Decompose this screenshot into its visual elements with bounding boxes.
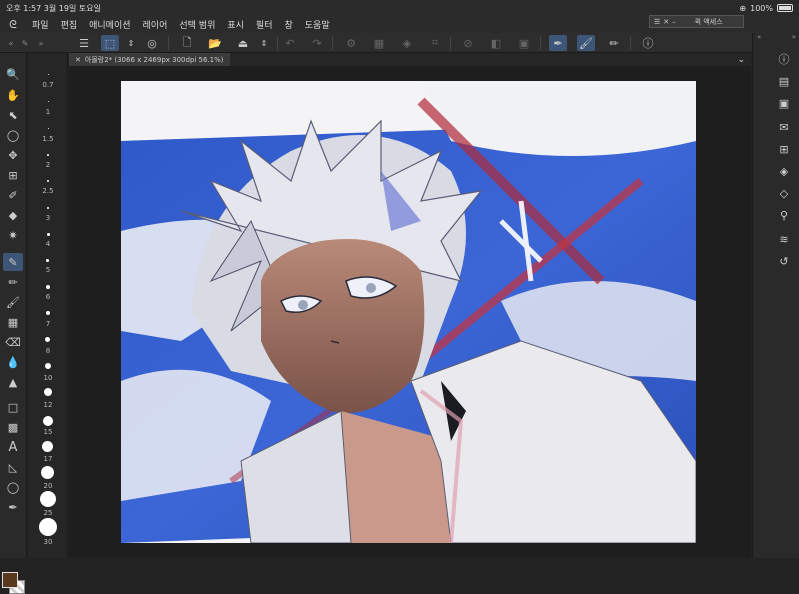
battery-percent: 100% [750,3,773,13]
rectangle-icon[interactable]: □ [3,398,23,416]
search-icon[interactable]: ⚲ [775,207,793,223]
right-panel: « » ⓘ ▤ ▣ ✉ ⊞ ◈ ◇ ⚲ ≋ ↺ [752,33,799,558]
magic-wand-icon[interactable]: ✷ [3,226,23,244]
operation-icon[interactable]: ⬉ [3,106,23,124]
help-icon[interactable]: ⓘ [639,35,657,51]
blend-icon[interactable]: 💧 [3,353,23,371]
frame-icon[interactable]: ⊞ [3,166,23,184]
pen-tool-icon[interactable]: ✎ [3,253,23,271]
menu-filter[interactable]: 필터 [250,18,279,31]
move-icon[interactable]: ✥ [3,146,23,164]
layers-icon[interactable]: ≋ [775,231,793,247]
square-icon[interactable]: ▣ [515,35,533,51]
menu-window[interactable]: 창 [278,18,298,31]
menu-selection[interactable]: 선택 범위 [173,18,221,31]
fill-tool-icon[interactable]: ▲ [3,373,23,391]
balloon-icon[interactable]: ◯ [3,478,23,496]
history-icon[interactable]: ↺ [775,253,793,269]
pen-pressure-icon[interactable]: ✒ [549,35,567,51]
menu-layer[interactable]: 레이어 [137,18,174,31]
brush-icon[interactable]: 🖌 [3,293,23,311]
line-icon[interactable]: ✒ [3,498,23,516]
fill-bucket-icon[interactable]: ◆ [3,206,23,224]
menu-view[interactable]: 표시 [221,18,250,31]
crop-icon[interactable]: ⌗ [426,35,444,51]
gear-icon[interactable]: ⚙ [342,35,360,51]
menu-animation[interactable]: 애니메이션 [83,18,136,31]
document-title: 아몰랑2* (3066 x 2469px 300dpi 56.1%) [84,55,224,64]
new-document-icon[interactable]: 🗋 [178,35,196,51]
transform-icon[interactable]: ⬚ [101,35,119,51]
collapse-icon[interactable]: « [757,33,761,43]
airbrush-icon[interactable]: ▦ [3,313,23,331]
collapse-icon[interactable]: » [32,35,50,51]
pencil-icon[interactable]: ✏ [3,273,23,291]
app-logo-icon[interactable]: ᘓ [0,18,26,32]
command-bar: « ✎ » ☰ ⬚ ⇕ ◎ 🗋 📂 ⏏ ⇕ ↶ ↷ ⚙ ▦ ◈ ⌗ ⊘ ◧ ▣ … [0,33,799,53]
save-icon[interactable]: ⏏ [234,35,252,51]
stepper2-icon[interactable]: ⇕ [255,35,273,51]
undo-icon[interactable]: ↶ [281,35,299,51]
eyedropper-icon[interactable]: ✐ [3,186,23,204]
eraser-icon[interactable]: ⌫ [3,333,23,351]
gradient-icon[interactable]: ▩ [3,418,23,436]
menu-edit[interactable]: 편집 [55,18,84,31]
tool-panel: 🔍 ✋ ⬉ ◯ ✥ ⊞ ✐ ◆ ✷ ✎ ✏ 🖌 ▦ ⌫ 💧 ▲ □ ▩ A ◺ … [0,53,27,594]
zoom-icon[interactable]: 🔍 [3,65,23,83]
pen-icon[interactable]: ✏ [605,35,623,51]
ruler-icon[interactable]: ◺ [3,458,23,476]
navigator-icon[interactable]: ▤ [775,73,793,89]
close-tab-icon[interactable]: ✕ [75,56,81,64]
artwork-illustration [121,81,696,543]
mask-icon[interactable]: ◧ [487,35,505,51]
animation-icon[interactable]: ◇ [775,185,793,201]
menu-help[interactable]: 도움말 [299,18,336,31]
status-bar: 오후 1:57 3월 19일 토요일 ⊕ 100% [0,0,799,16]
document-tab[interactable]: ✕ 아몰랑2* (3066 x 2469px 300dpi 56.1%) [69,53,230,66]
info-icon[interactable]: ⓘ [775,51,793,67]
grid-icon[interactable]: ▦ [370,35,388,51]
lasso-icon[interactable]: ◯ [3,126,23,144]
orientation-lock-icon: ⊕ [739,3,747,13]
brush-pressure-icon[interactable]: 🖌 [577,35,595,51]
hand-icon[interactable]: ✋ [3,86,23,104]
grip-icon[interactable]: ☰ [654,18,660,26]
status-date: 3월 19일 토요일 [43,3,101,13]
menu-icon[interactable]: ☰ [75,35,93,51]
text-icon[interactable]: A [3,438,23,456]
brush-size-panel: 0.7 1 1.5 2 2.5 3 4 5 6 7 8 10 12 15 17 … [28,53,68,558]
document-tab-bar: ✕ 아몰랑2* (3066 x 2469px 300dpi 56.1%) ⌄ [69,53,751,66]
expand-icon[interactable]: » [792,33,796,43]
redo-icon[interactable]: ↷ [308,35,326,51]
canvas-area[interactable] [69,66,751,558]
close-icon[interactable]: ✕ [663,18,669,26]
menu-file[interactable]: 파일 [26,18,55,31]
chevron-down-icon[interactable]: ⌄ [737,55,745,65]
quick-access-title: 퀵 액세스 [694,17,723,26]
quick-access-panel[interactable]: ☰ ✕ – 퀵 액세스 [649,15,744,28]
status-time: 오후 1:57 [6,3,42,13]
layer-property-icon[interactable]: ▣ [775,95,793,111]
subview-icon[interactable]: ⊞ [775,141,793,157]
open-folder-icon[interactable]: 📂 [206,35,224,51]
main-color-swatch[interactable] [2,572,18,588]
minimize-icon[interactable]: – [672,18,676,26]
fill-icon[interactable]: ◈ [398,35,416,51]
snap-icon[interactable]: ◎ [143,35,161,51]
artwork-canvas[interactable] [121,81,696,543]
material-icon[interactable]: ✉ [775,119,793,135]
battery-icon [777,4,793,12]
3d-icon[interactable]: ◈ [775,163,793,179]
clear-icon[interactable]: ⊘ [459,35,477,51]
stepper-icon[interactable]: ⇕ [122,35,140,51]
